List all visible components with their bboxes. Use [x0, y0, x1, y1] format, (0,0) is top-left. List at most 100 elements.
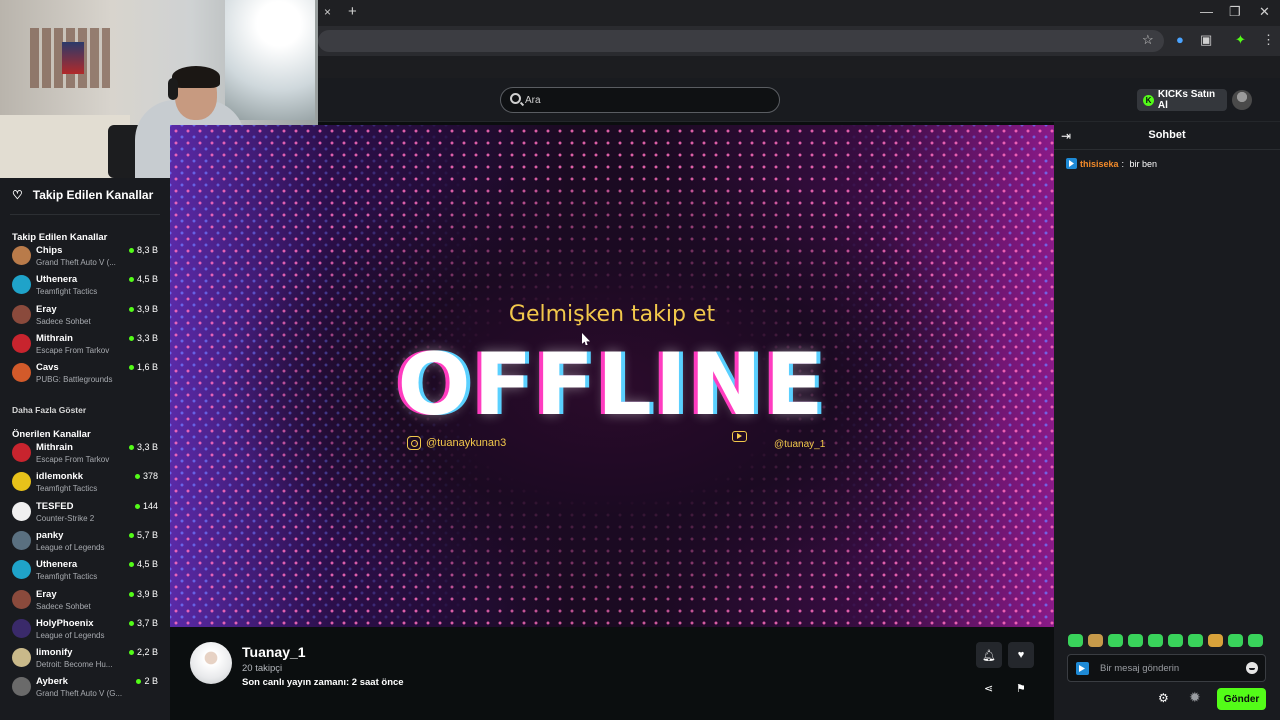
channel-avatar [12, 363, 31, 383]
browser-menu-icon[interactable]: ⋮ [1262, 32, 1275, 48]
chat-message: thisiseka: bir ben [1066, 158, 1157, 169]
buy-kicks-button[interactable]: K KICKs Satın Al [1137, 89, 1227, 111]
live-indicator-icon [129, 562, 134, 568]
channel-name: panky [36, 529, 64, 541]
channel-info-bar: Tuanay_1 20 takipçi Son canlı yayın zama… [170, 627, 1054, 720]
chat-username[interactable]: thisiseka [1080, 159, 1119, 169]
channel-category: Sadece Sohbet [36, 316, 91, 326]
emote-icon[interactable] [1168, 634, 1183, 647]
viewer-count: 8,3 B [136, 245, 158, 255]
viewer-count: 5,7 B [136, 529, 158, 540]
tab-close-icon[interactable]: × [324, 5, 331, 19]
webcam-headphone [168, 78, 178, 100]
live-indicator-icon [129, 532, 134, 538]
chat-message-text: bir ben [1129, 158, 1158, 169]
channel-category: Escape From Tarkov [36, 345, 110, 355]
live-indicator-icon [129, 335, 134, 341]
viewer-count: 144 [142, 500, 158, 511]
sidebar-channel[interactable]: limonify Detroit: Become Hu... 2,2 B [0, 644, 170, 673]
sidebar-channel[interactable]: Mithrain Escape From Tarkov 3,3 B [0, 330, 170, 359]
channel-category: Counter-Strike 2 [36, 513, 95, 523]
emoji-icon[interactable] [1246, 662, 1258, 674]
emote-icon[interactable] [1128, 634, 1143, 647]
channel-avatar[interactable] [190, 642, 232, 684]
close-window-icon[interactable]: ✕ [1259, 4, 1270, 20]
share-icon[interactable]: ⋖ [984, 682, 993, 695]
emote-icon[interactable] [1108, 634, 1123, 647]
channel-category: League of Legends [36, 542, 105, 552]
emote-icon[interactable] [1228, 634, 1243, 647]
sidebar-channel[interactable]: Ayberk Grand Theft Auto V (G... 2 B [0, 673, 170, 702]
extension-icon[interactable]: ● [1176, 32, 1184, 47]
channel-category: Detroit: Become Hu... [36, 660, 113, 670]
channel-avatar [12, 589, 31, 609]
bell-icon: 🔔︎ [982, 649, 996, 662]
notification-button[interactable]: 🔔︎ [976, 642, 1002, 668]
emote-icon[interactable] [1148, 634, 1163, 647]
viewer-count: 3,7 B [136, 617, 158, 628]
chat-input-box[interactable] [1067, 654, 1266, 682]
channel-name[interactable]: Tuanay_1 [242, 644, 306, 660]
emote-icon[interactable] [1208, 634, 1223, 647]
channel-name: Mithrain [36, 332, 73, 344]
instagram-icon [407, 436, 421, 450]
follow-button[interactable]: ♥ [1008, 642, 1034, 668]
video-player[interactable]: Gelmişken takip et OFFLINE @tuanaykunan3… [170, 125, 1054, 627]
user-avatar[interactable] [1232, 90, 1252, 110]
channel-category: Grand Theft Auto V (... [36, 258, 116, 267]
emote-bar [1068, 634, 1263, 647]
emote-icon[interactable] [1188, 634, 1203, 647]
show-more-link[interactable]: Daha Fazla Göster [12, 405, 86, 415]
emote-icon[interactable] [1248, 634, 1263, 647]
search-icon [510, 93, 521, 104]
sidebar: ♡ Takip Edilen Kanallar Takip Edilen Kan… [0, 178, 170, 720]
viewer-count: 378 [142, 471, 158, 482]
sidebar-channel[interactable]: Uthenera Teamfight Tactics 4,5 B [0, 271, 170, 300]
channel-category: PUBG: Battlegrounds [36, 375, 113, 385]
viewer-count: 2,2 B [136, 647, 158, 658]
heart-filled-icon: ♥ [1017, 649, 1025, 661]
maximize-icon[interactable]: ❐ [1229, 4, 1241, 20]
sidebar-channel[interactable]: TESFED Counter-Strike 2 144 [0, 498, 170, 527]
chat-input[interactable] [1100, 661, 1240, 675]
profile-icon[interactable]: ✦ [1235, 32, 1246, 48]
send-button[interactable]: Gönder [1217, 688, 1266, 710]
sidebar-header[interactable]: ♡ Takip Edilen Kanallar [12, 188, 153, 202]
live-indicator-icon [129, 306, 134, 312]
last-stream-time: Son canlı yayın zamanı: 2 saat önce [242, 677, 404, 688]
channel-name: HolyPhoenix [36, 617, 94, 629]
viewer-count: 3,9 B [136, 303, 158, 314]
live-indicator-icon [129, 248, 134, 253]
channel-points-icon[interactable]: ✹ [1189, 689, 1201, 706]
channel-name: Eray [36, 303, 57, 315]
viewer-count: 1,6 B [136, 362, 158, 373]
extensions-puzzle-icon[interactable]: ▣ [1200, 32, 1212, 48]
sidebar-channel[interactable]: Chips Grand Theft Auto V (... 8,3 B [0, 242, 170, 271]
url-field[interactable] [318, 30, 1164, 52]
minimize-icon[interactable]: — [1200, 4, 1213, 19]
subscribe-gift-icon[interactable]: ⚑ [1016, 682, 1026, 695]
kick-badge-icon [1076, 662, 1089, 675]
sidebar-channel[interactable]: idlemonkk Teamfight Tactics 378 [0, 468, 170, 497]
sidebar-channel[interactable]: Mithrain Escape From Tarkov 3,3 B [0, 439, 170, 468]
bookmark-star-icon[interactable]: ☆ [1142, 32, 1154, 48]
search-box[interactable]: Ara [500, 87, 780, 113]
sidebar-channel[interactable]: HolyPhoenix League of Legends 3,7 B [0, 615, 170, 644]
channel-category: Sadece Sohbet [36, 601, 91, 611]
new-tab-icon[interactable]: + [348, 3, 357, 20]
live-indicator-icon [135, 474, 140, 480]
sidebar-channel[interactable]: Eray Sadece Sohbet 3,9 B [0, 586, 170, 615]
channel-avatar [12, 560, 31, 580]
sidebar-channel[interactable]: Cavs PUBG: Battlegrounds 1,6 B [0, 359, 170, 388]
emote-icon[interactable] [1068, 634, 1083, 647]
sidebar-channel[interactable]: panky League of Legends 5,7 B [0, 527, 170, 556]
channel-category: Grand Theft Auto V (G... [36, 689, 123, 699]
sidebar-channel[interactable]: Uthenera Teamfight Tactics 4,5 B [0, 556, 170, 585]
channel-name: Chips [36, 245, 63, 256]
chat-settings-icon[interactable]: ⚙ [1158, 691, 1169, 705]
channel-category: Teamfight Tactics [36, 572, 98, 582]
emote-icon[interactable] [1088, 634, 1103, 647]
sidebar-channel[interactable]: Eray Sadece Sohbet 3,9 B [0, 301, 170, 330]
webcam-window [225, 0, 315, 120]
chat-panel: ⇥ Sohbet thisiseka: bir ben ⚙ ✹ Gönder [1054, 122, 1280, 720]
